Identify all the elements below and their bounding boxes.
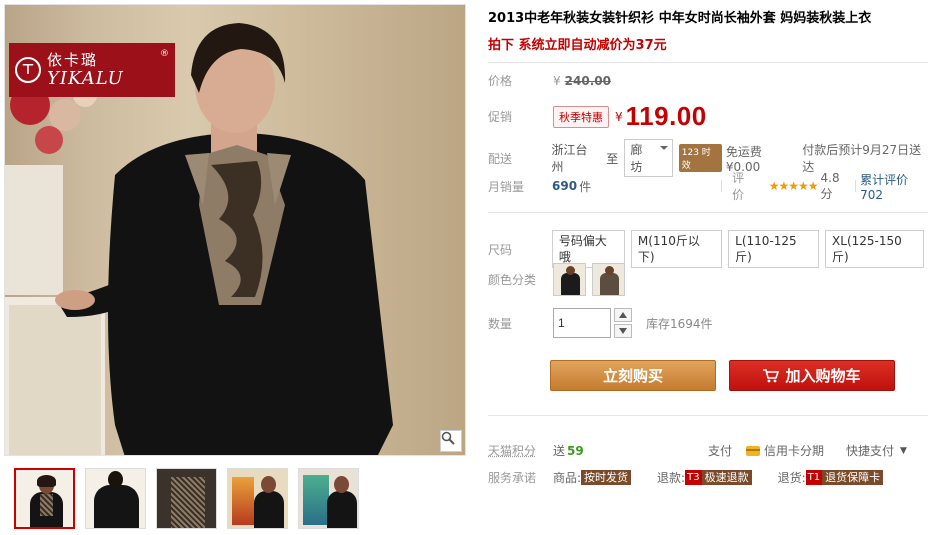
- promotion-currency: ¥: [615, 109, 623, 124]
- service-goods-label: 商品:: [553, 471, 582, 485]
- credit-installment-link[interactable]: 信用卡分期: [764, 442, 824, 459]
- original-price: 240.00: [564, 73, 611, 88]
- zoom-button[interactable]: [440, 430, 462, 452]
- sales-unit: 件: [579, 179, 592, 194]
- size-option-l[interactable]: L(110-125斤): [728, 230, 820, 268]
- size-option-xl[interactable]: XL(125-150斤): [825, 230, 924, 268]
- delivery-time-badge: 123 时效: [678, 144, 722, 172]
- service-goods-tag[interactable]: 按时发货: [581, 470, 632, 485]
- service-refund-code: T3: [685, 470, 702, 485]
- thumbnail-3[interactable]: [156, 468, 217, 529]
- caret-down-icon: [659, 146, 668, 154]
- shipping-label: 配送: [488, 151, 513, 166]
- color-swatch-black[interactable]: [553, 263, 586, 296]
- divider: [488, 212, 928, 213]
- up-arrow-icon: [619, 312, 627, 318]
- divider: [488, 62, 928, 63]
- price-currency: ¥: [553, 73, 561, 88]
- card-icon: [746, 445, 761, 456]
- brand-logo: ⊤ 依卡璐 YIKALU ®: [9, 43, 175, 97]
- cart-icon: [763, 368, 780, 382]
- points-row: 天猫积分 送 59: [488, 442, 584, 459]
- service-refund-label: 退款:: [657, 471, 686, 485]
- down-arrow-icon: [619, 328, 627, 334]
- color-row: 颜色分类: [488, 263, 631, 296]
- promotion-price: 119.00: [625, 101, 707, 131]
- size-label: 尺码: [488, 242, 513, 257]
- service-row: 服务承诺 商品: 按时发货 退款: T3 极速退款 退货: T1 退货保障卡: [488, 469, 884, 486]
- color-label: 颜色分类: [488, 273, 537, 287]
- quick-pay-link[interactable]: 快捷支付: [846, 442, 894, 459]
- shipping-to-word: 至: [606, 151, 619, 166]
- chevron-down-icon[interactable]: ▼: [900, 446, 907, 456]
- registered-mark: ®: [160, 49, 169, 59]
- promotion-label: 促销: [488, 110, 513, 124]
- add-to-cart-button[interactable]: 加入购物车: [729, 360, 895, 391]
- thumbnail-2[interactable]: [85, 468, 146, 529]
- service-label: 服务承诺: [488, 471, 537, 485]
- sales-row: 月销量 690 件 评价 ★★★★★ 4.8分 累计评价702: [488, 169, 930, 203]
- sales-count: 690: [552, 179, 578, 193]
- buy-now-button[interactable]: 立刻购买: [550, 360, 716, 391]
- promo-line: 拍下 系统立即自动减价为37元: [488, 38, 667, 53]
- service-return-code: T1: [805, 470, 823, 485]
- buy-now-label: 立刻购买: [602, 367, 663, 385]
- points-value: 59: [567, 443, 584, 458]
- thumbnail-4[interactable]: [227, 468, 288, 529]
- quantity-increase-button[interactable]: [614, 308, 632, 322]
- brand-mark-icon: ⊤: [15, 57, 41, 83]
- brand-name-cn: 依卡璐: [47, 51, 99, 69]
- service-refund-tag[interactable]: 极速退款: [701, 470, 752, 485]
- review-count-link[interactable]: 累计评价702: [860, 171, 930, 202]
- service-return-label: 退货:: [777, 471, 806, 485]
- brand-name-en: YIKALU: [47, 68, 124, 89]
- main-product-image[interactable]: ⊤ 依卡璐 YIKALU ®: [4, 4, 466, 456]
- thumbnail-1[interactable]: [14, 468, 75, 529]
- price-label: 价格: [488, 74, 513, 88]
- quantity-row: 数量 库存1694件: [488, 308, 713, 338]
- quantity-decrease-button[interactable]: [614, 324, 632, 338]
- thumbnail-strip: [14, 468, 359, 529]
- quantity-stepper: [614, 308, 632, 338]
- quantity-input[interactable]: [553, 308, 611, 338]
- points-label[interactable]: 天猫积分: [488, 442, 553, 459]
- price-row: 价格 ¥ 240.00: [488, 72, 611, 89]
- zoom-icon: [441, 431, 455, 445]
- stock-count: 库存1694件: [646, 316, 713, 331]
- size-option-m[interactable]: M(110斤以下): [630, 230, 723, 268]
- separator: [721, 180, 723, 192]
- sales-label: 月销量: [488, 179, 525, 194]
- divider: [488, 415, 928, 416]
- points-prefix: 送: [553, 444, 566, 458]
- add-to-cart-label: 加入购物车: [785, 367, 861, 385]
- payment-label: 支付: [708, 444, 733, 458]
- rating-stars: ★★★★★: [768, 179, 819, 193]
- service-return-tag[interactable]: 退货保障卡: [822, 470, 884, 485]
- product-title: 2013中老年秋装女装针织衫 中年女时尚长袖外套 妈妈装秋装上衣: [488, 11, 872, 26]
- thumbnail-5[interactable]: [298, 468, 359, 529]
- rating-score: 4.8分: [820, 170, 840, 201]
- payment-options: 支付 信用卡分期 快捷支付 ▼: [708, 442, 907, 459]
- color-swatch-brown[interactable]: [592, 263, 625, 296]
- rating-label: 评价: [732, 171, 745, 202]
- separator: [855, 180, 857, 192]
- quantity-label: 数量: [488, 316, 513, 331]
- promotion-row: 促销 秋季特惠 ¥ 119.00: [488, 101, 707, 132]
- promotion-tag: 秋季特惠: [553, 105, 609, 128]
